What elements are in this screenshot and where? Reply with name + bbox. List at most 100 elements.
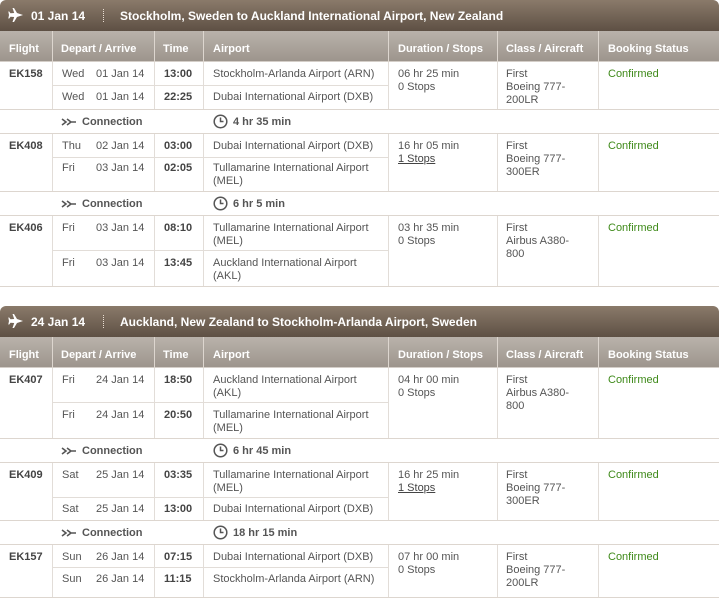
arrive-time: 11:15 <box>164 573 192 585</box>
depart-time: 03:00 <box>164 140 193 152</box>
header-divider <box>103 315 104 328</box>
trip-header: 01 Jan 14 Stockholm, Sweden to Auckland … <box>0 0 719 31</box>
travel-class: First <box>506 551 528 563</box>
flight-row: EK157 Sun 26 Jan 14 07:15 Dubai Internat… <box>0 545 719 598</box>
arrive-date: 03 Jan 14 <box>96 257 145 269</box>
arrive-time: 02:05 <box>164 162 193 174</box>
connection-duration: 18 hr 15 min <box>233 527 298 539</box>
depart-airport: Auckland International Airport (AKL) <box>213 374 357 399</box>
arrive-date: 26 Jan 14 <box>96 573 145 585</box>
depart-day: Fri <box>62 222 75 234</box>
travel-class: First <box>506 222 528 234</box>
duration: 04 hr 00 min <box>398 374 460 386</box>
depart-day: Fri <box>62 374 75 386</box>
col-airport: Airport <box>213 349 250 361</box>
connection-label: Connection <box>82 445 143 457</box>
flight-row: EK406 Fri 03 Jan 14 08:10 Tullamarine In… <box>0 216 719 287</box>
trip-header: 24 Jan 14 Auckland, New Zealand to Stock… <box>0 306 719 337</box>
travel-class: First <box>506 68 528 80</box>
travel-class: First <box>506 374 528 386</box>
depart-date: 26 Jan 14 <box>96 551 145 563</box>
col-flight: Flight <box>9 43 39 55</box>
connection-duration: 6 hr 45 min <box>233 445 292 457</box>
arrive-date: 24 Jan 14 <box>96 409 145 421</box>
arrive-date: 25 Jan 14 <box>96 503 145 515</box>
arrive-day: Fri <box>62 257 75 269</box>
arrive-airport: Stockholm-Arlanda Airport (ARN) <box>213 573 375 585</box>
connection-row: Connection 6 hr 45 min <box>0 439 719 463</box>
stops-link[interactable]: 1 Stops <box>398 482 435 495</box>
col-airport: Airport <box>213 43 250 55</box>
arrive-airport: Dubai International Airport (DXB) <box>213 503 374 515</box>
column-header-row: Flight Depart / Arrive Time Airport Dura… <box>0 31 719 62</box>
arrive-day: Sun <box>62 573 82 585</box>
trip-date: 01 Jan 14 <box>31 9 86 23</box>
duration: 16 hr 25 min <box>398 469 460 481</box>
arrive-time: 22:25 <box>164 91 193 103</box>
arrive-airport: Tullamarine International Airport (MEL) <box>213 162 369 187</box>
double-arrow-icon <box>61 200 76 208</box>
depart-date: 02 Jan 14 <box>96 140 145 152</box>
arrive-airport: Dubai International Airport (DXB) <box>213 91 374 103</box>
travel-class: First <box>506 140 528 152</box>
booking-status: Confirmed <box>608 68 659 80</box>
depart-airport: Dubai International Airport (DXB) <box>213 140 374 152</box>
double-arrow-icon <box>61 118 76 126</box>
connection-row: Connection 4 hr 35 min <box>0 110 719 134</box>
aircraft: Boeing 777-200LR <box>506 81 566 106</box>
depart-airport: Dubai International Airport (DXB) <box>213 551 374 563</box>
col-duration-stops: Duration / Stops <box>398 349 483 361</box>
flight-row: EK407 Fri 24 Jan 14 18:50 Auckland Inter… <box>0 368 719 439</box>
trip-return: 24 Jan 14 Auckland, New Zealand to Stock… <box>0 306 719 598</box>
airplane-icon <box>8 8 23 22</box>
col-time: Time <box>163 349 189 361</box>
arrive-date: 03 Jan 14 <box>96 162 145 174</box>
flight-row: EK158 Wed 01 Jan 14 13:00 Stockholm-Arla… <box>0 62 719 110</box>
stops: 0 Stops <box>398 235 436 247</box>
stops: 0 Stops <box>398 387 436 399</box>
clock-icon <box>213 196 228 211</box>
depart-time: 18:50 <box>164 374 193 386</box>
col-time: Time <box>163 43 189 55</box>
duration: 07 hr 00 min <box>398 551 460 563</box>
connection-label: Connection <box>82 198 143 210</box>
trip-route: Stockholm, Sweden to Auckland Internatio… <box>120 9 504 23</box>
flight-row: EK409 Sat 25 Jan 14 03:35 Tullamarine In… <box>0 463 719 521</box>
arrive-airport: Auckland International Airport (AKL) <box>213 257 357 282</box>
depart-time: 03:35 <box>164 469 193 481</box>
aircraft: Airbus A380-800 <box>506 387 569 412</box>
col-class-aircraft: Class / Aircraft <box>506 43 584 55</box>
col-class-aircraft: Class / Aircraft <box>506 349 584 361</box>
depart-date: 01 Jan 14 <box>96 68 145 80</box>
arrive-day: Wed <box>62 91 85 103</box>
depart-airport: Tullamarine International Airport (MEL) <box>213 469 369 494</box>
connection-row: Connection 6 hr 5 min <box>0 192 719 216</box>
arrive-day: Sat <box>62 503 79 515</box>
stops: 0 Stops <box>398 81 436 93</box>
flight-number: EK406 <box>9 222 43 234</box>
col-flight: Flight <box>9 349 39 361</box>
arrive-airport: Tullamarine International Airport (MEL) <box>213 409 369 434</box>
arrive-time: 13:45 <box>164 257 193 269</box>
depart-day: Thu <box>62 140 81 152</box>
depart-day: Wed <box>62 68 85 80</box>
col-depart-arrive: Depart / Arrive <box>61 349 137 361</box>
aircraft: Airbus A380-800 <box>506 235 569 260</box>
flight-row: EK408 Thu 02 Jan 14 03:00 Dubai Internat… <box>0 134 719 192</box>
clock-icon <box>213 525 228 540</box>
flight-number: EK158 <box>9 68 43 80</box>
stops-link[interactable]: 1 Stops <box>398 153 435 166</box>
stops: 0 Stops <box>398 564 436 576</box>
depart-day: Sat <box>62 469 79 481</box>
connection-duration: 4 hr 35 min <box>233 116 292 128</box>
trip-route: Auckland, New Zealand to Stockholm-Arlan… <box>120 315 477 329</box>
aircraft: Boeing 777-200LR <box>506 564 566 589</box>
flight-number: EK408 <box>9 140 43 152</box>
aircraft: Boeing 777-300ER <box>506 153 566 178</box>
arrive-time: 20:50 <box>164 409 193 421</box>
booking-status: Confirmed <box>608 374 659 386</box>
depart-time: 13:00 <box>164 68 193 80</box>
depart-time: 08:10 <box>164 222 193 234</box>
clock-icon <box>213 114 228 129</box>
connection-row: Connection 18 hr 15 min <box>0 521 719 545</box>
